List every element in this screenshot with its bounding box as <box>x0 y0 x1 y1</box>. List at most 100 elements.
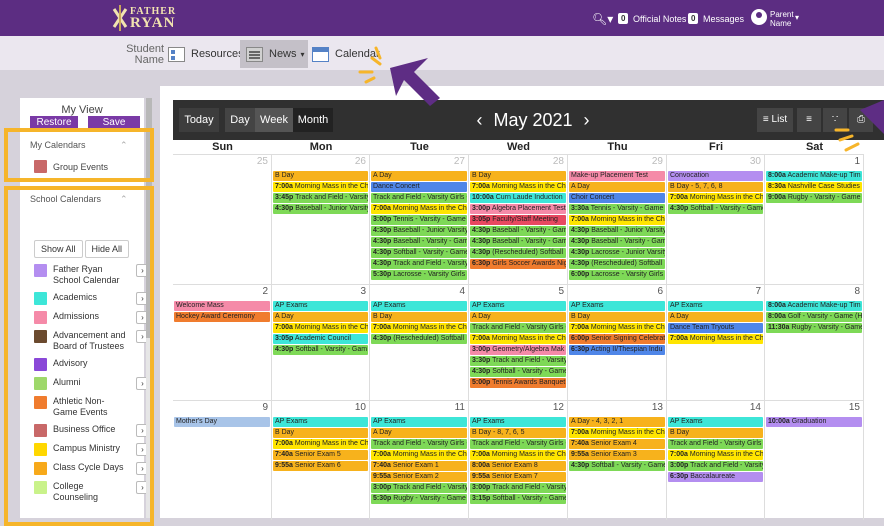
calendar-item[interactable]: Father Ryan School Calendar › <box>34 264 158 286</box>
calendar-event[interactable]: 10:00a Graduation <box>766 417 862 427</box>
calendar-event[interactable]: 8:00a Senior Exam 8 <box>470 461 566 471</box>
calendar-event[interactable]: AP Exams <box>569 301 665 311</box>
calendar-event[interactable]: 9:55a Senior Exam 6 <box>273 461 368 471</box>
calendar-event[interactable]: 3:00p Tennis - Varsity - Game <box>371 215 467 225</box>
calendar-event[interactable]: 4:30p Softball - Varsity - Game <box>668 204 763 214</box>
calendar-event[interactable]: 3:30a Tennis - Varsity - Game <box>569 204 665 214</box>
calendar-event[interactable]: 4:30p Baseball - Junior Varsity <box>371 226 467 236</box>
print-icon[interactable]: ⎙ <box>849 108 873 132</box>
calendar-event[interactable]: 7:00a Morning Mass in the Ch <box>569 215 665 225</box>
hide-all-button[interactable]: Hide All <box>84 240 130 258</box>
calendar-event[interactable]: B Day <box>569 312 665 322</box>
save-button[interactable]: Save <box>88 116 140 130</box>
day-cell[interactable]: 14 AP Exams B Day Track and Field - Varsity… <box>667 400 765 520</box>
calendar-event[interactable]: A Day - 4, 3, 2, 1 <box>569 417 665 427</box>
day-cell[interactable]: 13 A Day - 4, 3, 2, 1 7:00a Morning Mass i… <box>568 400 667 520</box>
calendar-event[interactable]: A Day <box>273 312 368 322</box>
week-view-button[interactable]: Week <box>255 108 293 132</box>
calendar-event[interactable]: 8:00a Academic Make-up Tim <box>766 171 862 181</box>
school-logo[interactable]: FATHER RYAN <box>112 3 182 33</box>
calendar-event[interactable]: 3:00p Track and Field - Varsity <box>470 483 566 493</box>
calendar-item[interactable]: Athletic Non-Game Events <box>34 396 158 418</box>
student-selector[interactable]: Student Name <box>112 44 164 66</box>
day-cell[interactable]: 6 AP Exams B Day 7:00a Morning Mass in the … <box>568 284 667 400</box>
day-cell[interactable]: 2 Welcome Mass Hockey Award Ceremony <box>173 284 272 400</box>
calendar-event[interactable]: A Day <box>371 171 467 181</box>
calendar-item[interactable]: College Counseling › <box>34 481 158 503</box>
calendar-event[interactable]: 3:30p Track and Field - Varsity <box>470 356 566 366</box>
user-menu[interactable]: Parent Name <box>770 10 794 28</box>
day-cell[interactable]: 12 AP Exams B Day - 8, 7, 6, 5 Track and Fi… <box>469 400 568 520</box>
calendar-event[interactable]: 7:40a Senior Exam 4 <box>569 439 665 449</box>
calendar-event[interactable]: 7:00a Morning Mass in the Ch <box>273 439 368 449</box>
calendar-event[interactable]: B Day <box>273 171 368 181</box>
calendar-event[interactable]: 3:00p Track and Field - Varsity <box>668 461 763 471</box>
calendar-event[interactable]: 3:00p Track and Field - Varsity <box>371 483 467 493</box>
calendar-event[interactable]: 9:55a Senior Exam 2 <box>371 472 467 482</box>
calendar-event[interactable]: A Day <box>470 312 566 322</box>
calendar-item[interactable]: Alumni › <box>34 377 158 390</box>
calendar-event[interactable]: Track and Field - Varsity Girls - <box>470 439 566 449</box>
calendar-event[interactable]: 4:30p (Rescheduled) Softball <box>569 259 665 269</box>
calendar-color-swatch[interactable] <box>34 396 47 409</box>
calendar-event[interactable]: B Day - 5, 7, 6, 8 <box>668 182 763 192</box>
calendar-event[interactable]: 7:00a Morning Mass in the Ch <box>371 204 467 214</box>
calendar-event[interactable]: AP Exams <box>273 417 368 427</box>
calendar-event[interactable]: 7:40a Senior Exam 1 <box>371 461 467 471</box>
calendar-event[interactable]: B Day <box>371 312 467 322</box>
day-cell[interactable]: 9 Mother's Day <box>173 400 272 520</box>
calendar-event[interactable]: Track and Field - Varsity Girls - <box>668 439 763 449</box>
calendar-event[interactable]: 3:00p Geometry/Algebra Mak <box>470 345 566 355</box>
calendar-event[interactable]: 6:30p Acting II/Thespian Indu <box>569 345 665 355</box>
calendar-event[interactable]: AP Exams <box>273 301 368 311</box>
day-cell[interactable]: 8 8:00a Academic Make-up Tim 8:00a Golf - … <box>765 284 864 400</box>
calendar-item[interactable]: Admissions › <box>34 311 158 324</box>
calendar-event[interactable]: 3:45p Track and Field - Varsity <box>273 193 368 203</box>
next-month-icon[interactable]: › <box>584 110 590 130</box>
calendar-color-swatch[interactable] <box>34 311 47 324</box>
calendar-event[interactable]: 4:30p (Rescheduled) Softball <box>371 334 467 344</box>
today-button[interactable]: Today <box>179 108 219 132</box>
calendar-event[interactable]: 7:00a Morning Mass in the Ch <box>569 323 665 333</box>
calendar-event[interactable]: Dance Team Tryouts <box>668 323 763 333</box>
restore-button[interactable]: Restore <box>30 116 78 130</box>
calendar-item[interactable]: Advisory <box>34 358 158 371</box>
calendar-event[interactable]: Track and Field - Varsity Girls - <box>371 439 467 449</box>
calendar-item[interactable]: Campus Ministry › <box>34 443 158 456</box>
calendar-event[interactable]: B Day <box>668 428 763 438</box>
calendar-color-swatch[interactable] <box>34 377 47 390</box>
calendar-event[interactable]: 4:30p Softball - Varsity - Game <box>569 461 665 471</box>
calendar-event[interactable]: 4:30p Lacrosse - Junior Varsity <box>569 248 665 258</box>
calendar-color-swatch[interactable] <box>34 424 47 437</box>
calendar-event[interactable]: 3:05p Faculty/Staff Meeting <box>470 215 566 225</box>
calendar-color-swatch[interactable] <box>34 481 47 494</box>
nav-calendar[interactable]: Calendar <box>312 40 380 68</box>
day-cell[interactable]: 4 AP Exams B Day 7:00a Morning Mass in the … <box>370 284 469 400</box>
messages-link[interactable]: Messages <box>703 14 744 24</box>
calendar-event[interactable]: 7:00a Morning Mass in the Ch <box>470 182 566 192</box>
calendar-event[interactable]: 3:15p Softball - Varsity - Game <box>470 494 566 504</box>
calendar-color-swatch[interactable] <box>34 462 47 475</box>
nav-resources[interactable]: Resources <box>168 40 244 68</box>
day-view-button[interactable]: Day <box>225 108 255 132</box>
day-cell[interactable]: 5 AP Exams A Day Track and Field - Varsity … <box>469 284 568 400</box>
calendar-event[interactable]: AP Exams <box>470 417 566 427</box>
group-events-swatch[interactable] <box>34 160 47 173</box>
calendar-item[interactable]: Academics › <box>34 292 158 305</box>
calendar-event[interactable]: 5:30p Rugby - Varsity - Game <box>371 494 467 504</box>
calendar-event[interactable]: 9:00a Rugby - Varsity - Game <box>766 193 862 203</box>
day-cell[interactable]: 3 AP Exams A Day 7:00a Morning Mass in the … <box>272 284 370 400</box>
calendar-event[interactable]: 4:30p Softball - Varsity - Game <box>371 248 467 258</box>
calendar-event[interactable]: 4:30p Baseball - Varsity - Gam <box>371 237 467 247</box>
my-calendars-collapse-icon[interactable]: ⌃ <box>120 140 128 151</box>
day-cell[interactable]: 27 A Day Dance Concert Track and Field - Va… <box>370 154 469 284</box>
calendar-item[interactable]: Business Office › <box>34 424 158 437</box>
calendar-event[interactable]: 7:40a Senior Exam 5 <box>273 450 368 460</box>
calendar-event[interactable]: 6:30p Baccalaureate <box>668 472 763 482</box>
calendar-event[interactable]: 7:00a Morning Mass in the Ch <box>371 323 467 333</box>
calendar-event[interactable]: A Day <box>371 428 467 438</box>
calendar-event[interactable]: 4:30p Baseball - Varsity - Gam <box>470 237 566 247</box>
calendar-event[interactable]: 8:00a Academic Make-up Tim <box>766 301 862 311</box>
calendar-event[interactable]: 10:00a Curn Laude Induction <box>470 193 566 203</box>
calendar-event[interactable]: 4:30p Baseball - Junior Varsity <box>569 226 665 236</box>
